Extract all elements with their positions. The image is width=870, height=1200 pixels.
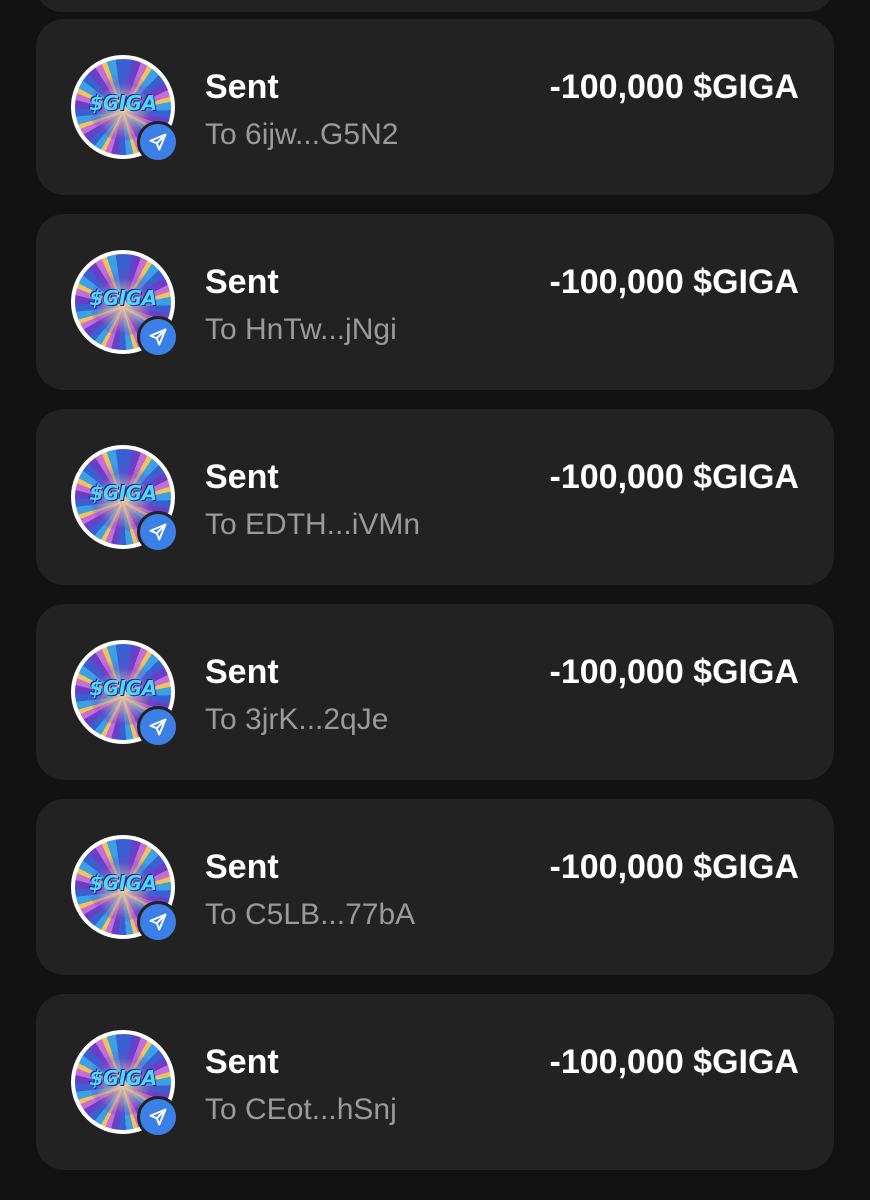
transaction-amount: -100,000 $GIGA [549,458,799,496]
transaction-amount: -100,000 $GIGA [549,263,799,301]
token-logo-text: $GIGA [89,676,157,700]
send-arrow-icon [137,316,179,358]
token-logo-text: $GIGA [89,91,157,115]
send-arrow-icon [137,511,179,553]
transaction-row[interactable]: $GIGA Sent To 3jrK...2qJe -100,000 $GIGA [36,604,834,780]
token-logo-text: $GIGA [89,286,157,310]
transaction-title: Sent [205,848,279,886]
transaction-recipient: To 6ijw...G5N2 [205,118,399,151]
transaction-recipient: To C5LB...77bA [205,898,416,931]
previous-transaction-card[interactable] [36,0,834,12]
transaction-recipient: To EDTH...iVMn [205,508,421,541]
send-arrow-icon [137,706,179,748]
send-arrow-icon [137,1096,179,1138]
transaction-row[interactable]: $GIGA Sent To EDTH...iVMn -100,000 $GIGA [36,409,834,585]
transaction-row[interactable]: $GIGA Sent To HnTw...jNgi -100,000 $GIGA [36,214,834,390]
transaction-recipient: To 3jrK...2qJe [205,703,389,736]
transaction-amount: -100,000 $GIGA [549,653,799,691]
transaction-recipient: To CEot...hSnj [205,1093,397,1126]
transaction-title: Sent [205,263,279,301]
transaction-title: Sent [205,68,279,106]
transaction-title: Sent [205,458,279,496]
send-arrow-icon [137,121,179,163]
transaction-row[interactable]: $GIGA Sent To C5LB...77bA -100,000 $GIGA [36,799,834,975]
transaction-amount: -100,000 $GIGA [549,68,799,106]
transaction-title: Sent [205,1043,279,1081]
send-arrow-icon [137,901,179,943]
transaction-row[interactable]: $GIGA Sent To 6ijw...G5N2 -100,000 $GIGA [36,19,834,195]
token-logo-text: $GIGA [89,481,157,505]
transaction-recipient: To HnTw...jNgi [205,313,397,346]
token-logo-text: $GIGA [89,1066,157,1090]
transaction-row[interactable]: $GIGA Sent To CEot...hSnj -100,000 $GIGA [36,994,834,1170]
transaction-amount: -100,000 $GIGA [549,848,799,886]
token-logo-text: $GIGA [89,871,157,895]
transaction-title: Sent [205,653,279,691]
transaction-amount: -100,000 $GIGA [549,1043,799,1081]
transaction-list: $GIGA Sent To 6ijw...G5N2 -100,000 $GIGA… [36,19,834,1189]
